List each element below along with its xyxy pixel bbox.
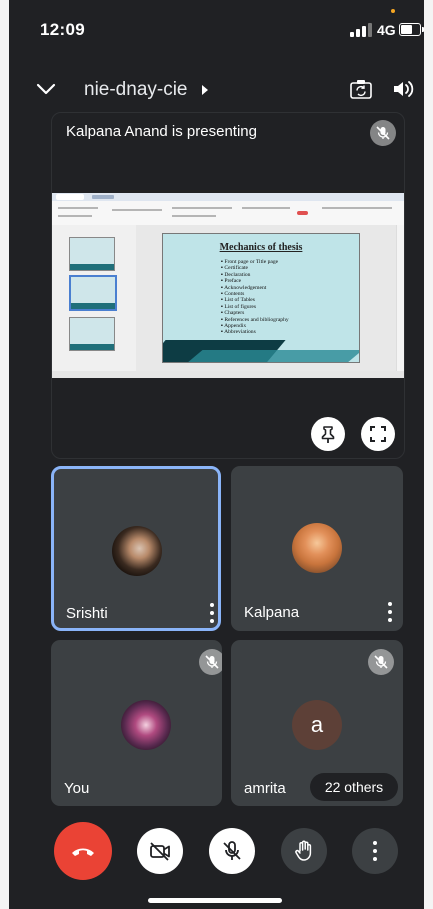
pin-button[interactable] xyxy=(311,417,345,451)
more-options-button[interactable] xyxy=(352,828,398,874)
mic-toggle-button[interactable] xyxy=(209,828,255,874)
participant-tile-amrita[interactable]: a amrita 22 others xyxy=(231,640,403,806)
camera-switch-icon[interactable] xyxy=(349,78,373,100)
status-bar: 12:09 4G xyxy=(9,0,424,60)
play-arrow-icon[interactable] xyxy=(202,85,208,95)
battery-icon xyxy=(399,23,424,36)
more-vert-icon[interactable] xyxy=(209,603,215,623)
slide-thumbnails xyxy=(52,225,137,378)
avatar xyxy=(121,700,171,750)
pin-icon xyxy=(321,426,335,443)
mic-off-icon xyxy=(223,841,241,860)
participant-name: You xyxy=(64,780,90,797)
participant-name: Srishti xyxy=(66,605,108,622)
fullscreen-button[interactable] xyxy=(361,417,395,451)
raise-hand-icon xyxy=(295,840,312,861)
presentation-tile[interactable]: Kalpana Anand is presenting Mechanics of… xyxy=(51,112,405,459)
app-toolbar xyxy=(52,201,404,226)
camera-off-icon xyxy=(150,842,170,861)
speaker-icon[interactable] xyxy=(392,79,414,99)
status-time: 12:09 xyxy=(40,20,85,39)
slide-bullet: Abbreviations xyxy=(221,329,289,335)
fullscreen-icon xyxy=(370,426,386,442)
end-call-button[interactable] xyxy=(54,822,112,880)
avatar xyxy=(292,523,342,573)
slide-bullets: Front page or Title page Certificate Dec… xyxy=(221,259,289,336)
mic-off-icon xyxy=(370,120,396,146)
end-call-icon xyxy=(72,848,94,856)
avatar xyxy=(112,526,162,576)
home-indicator[interactable] xyxy=(148,898,282,903)
participant-tile-you[interactable]: You xyxy=(51,640,222,806)
signal-icon xyxy=(350,23,374,37)
shared-screen: Mechanics of thesis Front page or Title … xyxy=(52,193,404,378)
presenting-label: Kalpana Anand is presenting xyxy=(66,123,257,140)
current-slide: Mechanics of thesis Front page or Title … xyxy=(162,233,360,363)
others-count-badge[interactable]: 22 others xyxy=(310,773,398,801)
participant-name: Kalpana xyxy=(244,604,300,621)
camera-toggle-button[interactable] xyxy=(137,828,183,874)
network-type: 4G xyxy=(377,22,396,38)
chevron-down-icon[interactable] xyxy=(35,78,57,100)
raise-hand-button[interactable] xyxy=(281,828,327,874)
more-vert-icon[interactable] xyxy=(387,602,393,622)
meet-app: 12:09 4G nie-dnay-cie Kalpana Anand is p… xyxy=(9,0,424,909)
participant-tile-srishti[interactable]: Srishti xyxy=(51,466,221,631)
meeting-header: nie-dnay-cie xyxy=(9,70,424,110)
avatar: a xyxy=(292,700,342,750)
more-vert-icon xyxy=(372,841,378,861)
mic-off-icon xyxy=(368,649,394,675)
meeting-name[interactable]: nie-dnay-cie xyxy=(84,79,188,101)
participant-name: amrita xyxy=(244,780,286,797)
mic-off-icon xyxy=(199,649,222,675)
mic-in-use-indicator xyxy=(391,9,395,13)
participant-tile-kalpana[interactable]: Kalpana xyxy=(231,466,403,631)
slide-title: Mechanics of thesis xyxy=(219,242,303,253)
